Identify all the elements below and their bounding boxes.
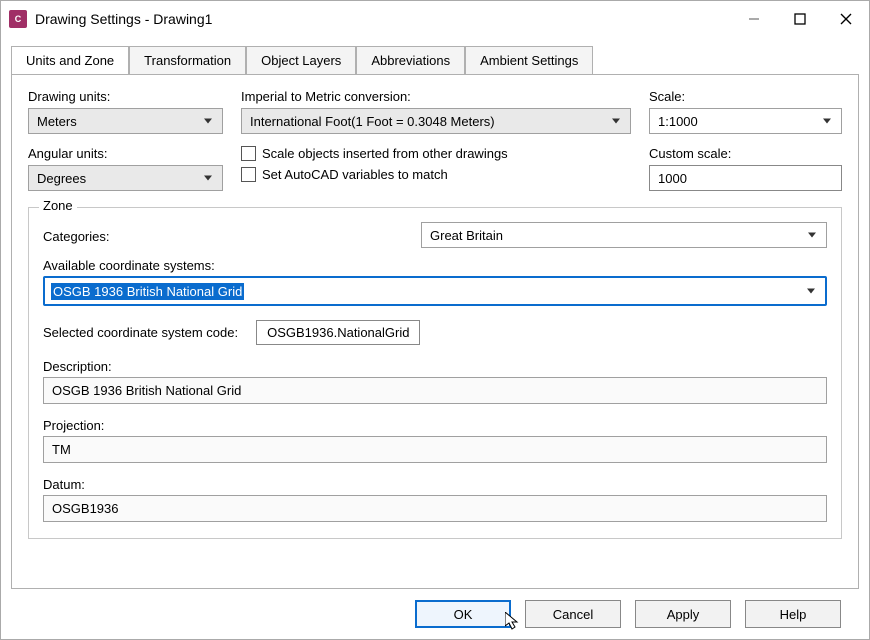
projection-label: Projection: (43, 418, 827, 433)
scale-label: Scale: (649, 89, 842, 104)
tab-object-layers[interactable]: Object Layers (246, 46, 356, 75)
selected-code-label: Selected coordinate system code: (43, 325, 238, 340)
scale-value: 1:1000 (658, 114, 698, 129)
imperial-conversion-select[interactable]: International Foot(1 Foot = 0.3048 Meter… (241, 108, 631, 134)
imperial-conversion-value: International Foot(1 Foot = 0.3048 Meter… (250, 114, 495, 129)
top-row: Drawing units: Meters Angular units: Deg… (28, 89, 842, 191)
categories-label: Categories: (43, 229, 421, 244)
available-systems-value: OSGB 1936 British National Grid (51, 283, 244, 300)
button-bar: OK Cancel Apply Help (11, 589, 859, 639)
custom-scale-value: 1000 (658, 171, 687, 186)
scale-objects-checkbox-row[interactable]: Scale objects inserted from other drawin… (241, 146, 631, 161)
tab-units-and-zone[interactable]: Units and Zone (11, 46, 129, 75)
scale-objects-label: Scale objects inserted from other drawin… (262, 146, 508, 161)
imperial-conversion-label: Imperial to Metric conversion: (241, 89, 631, 104)
ok-button[interactable]: OK (415, 600, 511, 628)
categories-select[interactable]: Great Britain (421, 222, 827, 248)
projection-field: TM (43, 436, 827, 463)
tab-panel: Drawing units: Meters Angular units: Deg… (11, 74, 859, 589)
maximize-button[interactable] (777, 1, 823, 37)
tab-transformation[interactable]: Transformation (129, 46, 246, 75)
help-button[interactable]: Help (745, 600, 841, 628)
window-controls (731, 1, 869, 37)
close-button[interactable] (823, 1, 869, 37)
tabstrip: Units and Zone Transformation Object Lay… (11, 46, 859, 75)
datum-label: Datum: (43, 477, 827, 492)
app-icon: C (9, 10, 27, 28)
titlebar: C Drawing Settings - Drawing1 (1, 1, 869, 37)
description-field: OSGB 1936 British National Grid (43, 377, 827, 404)
angular-units-select[interactable]: Degrees (28, 165, 223, 191)
custom-scale-label: Custom scale: (649, 146, 842, 161)
selected-code-value: OSGB1936.NationalGrid (256, 320, 420, 345)
autocad-vars-checkbox-row[interactable]: Set AutoCAD variables to match (241, 167, 631, 182)
available-systems-label: Available coordinate systems: (43, 258, 827, 273)
angular-units-label: Angular units: (28, 146, 223, 161)
autocad-vars-label: Set AutoCAD variables to match (262, 167, 448, 182)
tab-ambient-settings[interactable]: Ambient Settings (465, 46, 593, 75)
custom-scale-input[interactable]: 1000 (649, 165, 842, 191)
minimize-button[interactable] (731, 1, 777, 37)
cancel-button[interactable]: Cancel (525, 600, 621, 628)
drawing-units-value: Meters (37, 114, 77, 129)
checkbox-icon (241, 167, 256, 182)
datum-field: OSGB1936 (43, 495, 827, 522)
categories-value: Great Britain (430, 228, 503, 243)
description-label: Description: (43, 359, 827, 374)
zone-group: Zone Categories: Great Britain Available… (28, 207, 842, 539)
settings-dialog: C Drawing Settings - Drawing1 Units and … (0, 0, 870, 640)
drawing-units-label: Drawing units: (28, 89, 223, 104)
zone-legend: Zone (39, 198, 77, 213)
angular-units-value: Degrees (37, 171, 86, 186)
scale-select[interactable]: 1:1000 (649, 108, 842, 134)
window-title: Drawing Settings - Drawing1 (35, 11, 731, 27)
apply-button[interactable]: Apply (635, 600, 731, 628)
checkbox-icon (241, 146, 256, 161)
drawing-units-select[interactable]: Meters (28, 108, 223, 134)
tab-abbreviations[interactable]: Abbreviations (356, 46, 465, 75)
available-systems-select[interactable]: OSGB 1936 British National Grid (43, 276, 827, 306)
client-area: Units and Zone Transformation Object Lay… (1, 37, 869, 639)
